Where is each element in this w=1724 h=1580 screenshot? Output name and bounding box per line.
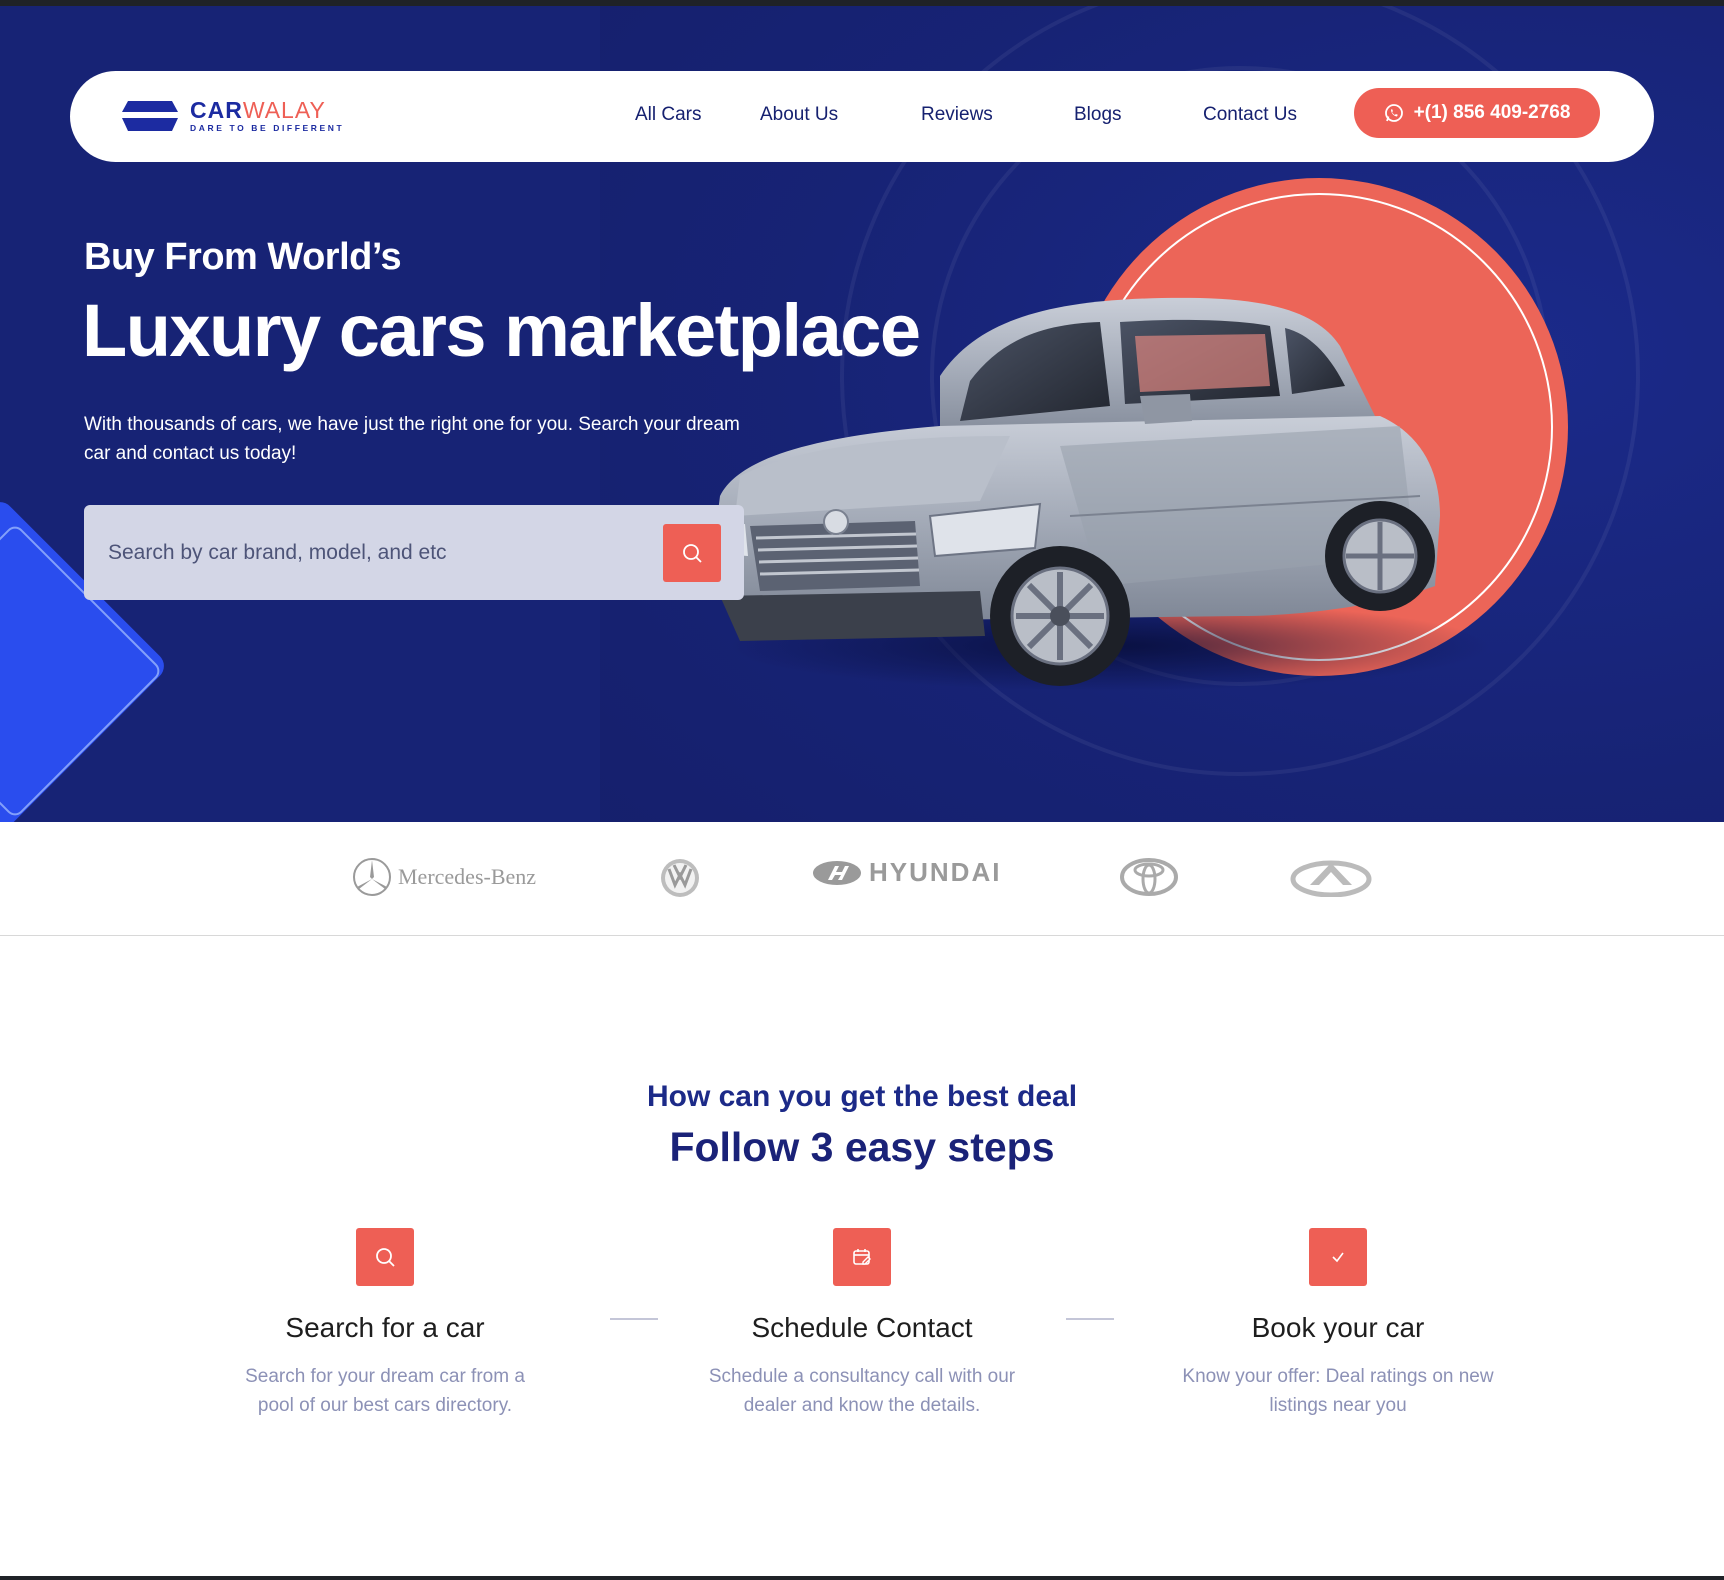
nav-link-about-us[interactable]: About Us	[760, 104, 838, 126]
step-book: Book your car Know your offer: Deal rati…	[1128, 1228, 1548, 1420]
step-search: Search for a car Search for your dream c…	[175, 1228, 595, 1420]
hyundai-logo[interactable]: HYUNDAI	[811, 857, 1001, 888]
search-icon	[683, 544, 702, 563]
search-bar	[84, 505, 744, 600]
search-icon	[376, 1248, 395, 1267]
steps-subtitle: How can you get the best deal	[646, 1080, 1078, 1113]
toyota-icon	[1120, 858, 1178, 896]
logo-name-part2: WALAY	[242, 97, 326, 123]
step-title: Book your car	[1251, 1312, 1425, 1343]
nav-link-blogs[interactable]: Blogs	[1074, 104, 1122, 126]
step-title: Search for a car	[285, 1312, 485, 1343]
hero-section: CARWALAY DARE TO BE DIFFERENT All Cars A…	[0, 6, 1724, 822]
check-icon	[1332, 1252, 1344, 1263]
step-description: Schedule a consultancy call with our dea…	[708, 1366, 1016, 1416]
hyundai-wordmark: HYUNDAI	[869, 857, 1002, 887]
step-icon-box	[356, 1228, 414, 1286]
step-description: Know your offer: Deal ratings on new lis…	[1182, 1366, 1494, 1416]
step-icon-box	[1309, 1228, 1367, 1286]
volkswagen-icon	[661, 859, 699, 897]
infiniti-icon	[1290, 860, 1372, 897]
toyota-logo[interactable]	[1119, 857, 1179, 897]
logo-name-part1: CAR	[190, 97, 243, 123]
logo-mark-icon	[122, 101, 178, 131]
hero-eyebrow: Buy From World’s	[84, 236, 402, 278]
hero-title: Luxury cars marketplace	[82, 289, 921, 372]
step-description: Search for your dream car from a pool of…	[245, 1366, 525, 1416]
mercedes-wordmark: Mercedes-Benz	[398, 864, 537, 889]
brand-logos-strip: Mercedes-Benz HYUNDAI	[0, 822, 1724, 936]
mercedes-star-icon	[353, 858, 391, 896]
window-bottom-bar	[0, 1576, 1724, 1580]
steps-title: Follow 3 easy steps	[669, 1124, 1055, 1170]
step-connector	[610, 1318, 658, 1320]
step-title: Schedule Contact	[751, 1312, 973, 1343]
calendar-icon	[853, 1249, 871, 1265]
whatsapp-icon	[1384, 104, 1403, 122]
infiniti-logo[interactable]	[1290, 857, 1372, 897]
volkswagen-logo[interactable]	[659, 857, 701, 899]
step-connector	[1066, 1318, 1114, 1320]
phone-number: +(1) 856 409-2768	[1413, 102, 1571, 123]
search-button[interactable]	[663, 524, 721, 582]
phone-button[interactable]: +(1) 856 409-2768	[1354, 88, 1600, 138]
hyundai-icon	[813, 860, 861, 885]
hero-subtitle: With thousands of cars, we have just the…	[84, 414, 740, 464]
carwalay-logo[interactable]: CARWALAY DARE TO BE DIFFERENT	[122, 99, 344, 133]
step-schedule: Schedule Contact Schedule a consultancy …	[652, 1228, 1072, 1420]
main-nav: CARWALAY DARE TO BE DIFFERENT All Cars A…	[70, 71, 1654, 162]
nav-link-all-cars[interactable]: All Cars	[635, 104, 702, 126]
mercedes-logo[interactable]: Mercedes-Benz	[352, 857, 536, 897]
search-input[interactable]	[108, 535, 648, 571]
logo-tagline: DARE TO BE DIFFERENT	[190, 123, 345, 133]
nav-link-contact-us[interactable]: Contact Us	[1203, 104, 1297, 126]
step-icon-box	[833, 1228, 891, 1286]
nav-link-reviews[interactable]: Reviews	[921, 104, 993, 126]
